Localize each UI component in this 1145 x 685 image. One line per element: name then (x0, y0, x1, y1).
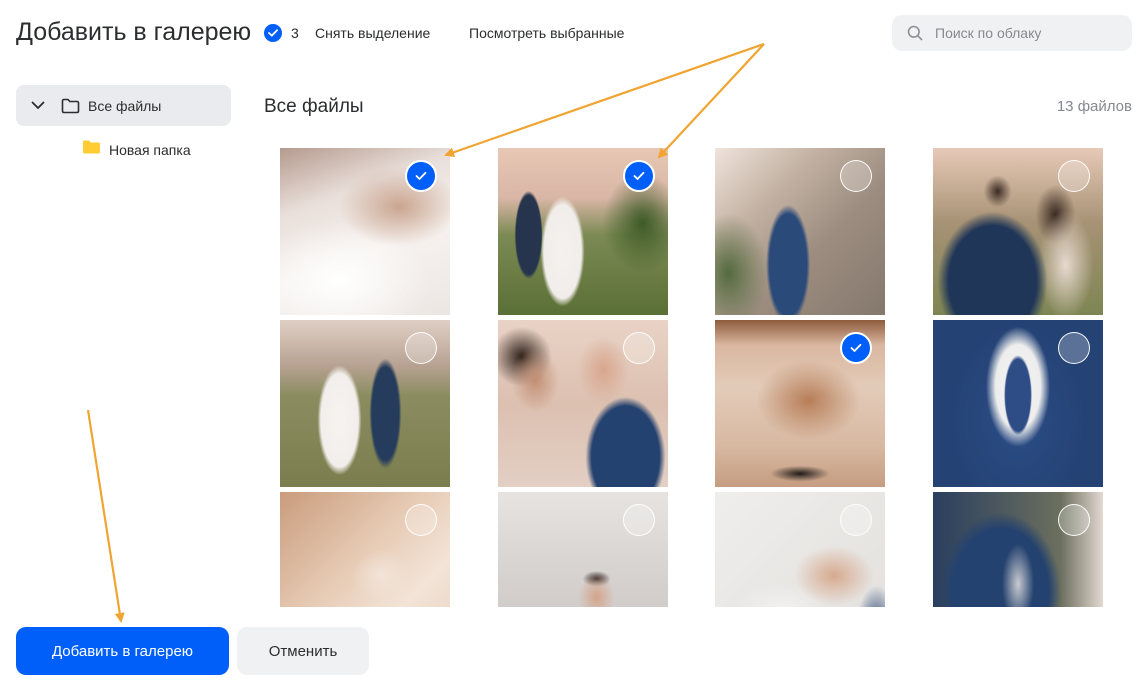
photo-tile[interactable] (933, 320, 1103, 487)
photo-unchecked-circle[interactable] (405, 332, 437, 364)
photo-tile[interactable] (715, 492, 885, 607)
arrow-to-second-photo (657, 43, 765, 159)
search-input[interactable] (935, 25, 1115, 41)
photo-tile[interactable] (280, 320, 450, 487)
photo-unchecked-circle[interactable] (1058, 504, 1090, 536)
search-box[interactable] (892, 15, 1132, 51)
add-to-gallery-button[interactable]: Добавить в галерею (16, 627, 229, 675)
selection-check-icon (264, 24, 282, 42)
selected-count: 3 (291, 25, 299, 41)
photo-checked-icon[interactable] (405, 160, 437, 192)
photo-unchecked-circle[interactable] (1058, 160, 1090, 192)
photo-tile[interactable] (498, 148, 668, 315)
photo-tile[interactable] (280, 148, 450, 315)
photo-unchecked-circle[interactable] (623, 332, 655, 364)
file-count: 13 файлов (1056, 98, 1132, 115)
sidebar-item-new-folder[interactable]: Новая папка (82, 139, 191, 160)
page-title: Добавить в галерею (16, 18, 252, 46)
cancel-button[interactable]: Отменить (237, 627, 369, 675)
clear-selection-button[interactable]: Снять выделение (315, 25, 430, 41)
view-selected-button[interactable]: Посмотреть выбранные (469, 25, 624, 41)
photo-unchecked-circle[interactable] (1058, 332, 1090, 364)
photo-tile[interactable] (498, 320, 668, 487)
photo-unchecked-circle[interactable] (405, 504, 437, 536)
photo-checked-icon[interactable] (623, 160, 655, 192)
sidebar-item-label: Новая папка (109, 141, 191, 158)
section-title: Все файлы (264, 96, 364, 117)
folder-outline-icon (61, 96, 81, 116)
folder-icon (82, 139, 101, 160)
photo-tile[interactable] (715, 148, 885, 315)
arrow-to-add-button (86, 409, 125, 623)
chevron-down-icon[interactable] (31, 99, 45, 113)
sidebar-item-all-files[interactable]: Все файлы (16, 85, 231, 126)
photo-unchecked-circle[interactable] (840, 160, 872, 192)
photo-tile[interactable] (933, 148, 1103, 315)
photo-tile[interactable] (498, 492, 668, 607)
photo-grid (280, 148, 1110, 607)
sidebar-item-label: Все файлы (88, 97, 162, 114)
photo-tile[interactable] (280, 492, 450, 607)
photo-tile[interactable] (715, 320, 885, 487)
photo-unchecked-circle[interactable] (623, 504, 655, 536)
photo-unchecked-circle[interactable] (840, 504, 872, 536)
photo-tile[interactable] (933, 492, 1103, 607)
search-icon (906, 24, 924, 42)
arrow-to-first-photo (444, 42, 765, 158)
photo-checked-icon[interactable] (840, 332, 872, 364)
